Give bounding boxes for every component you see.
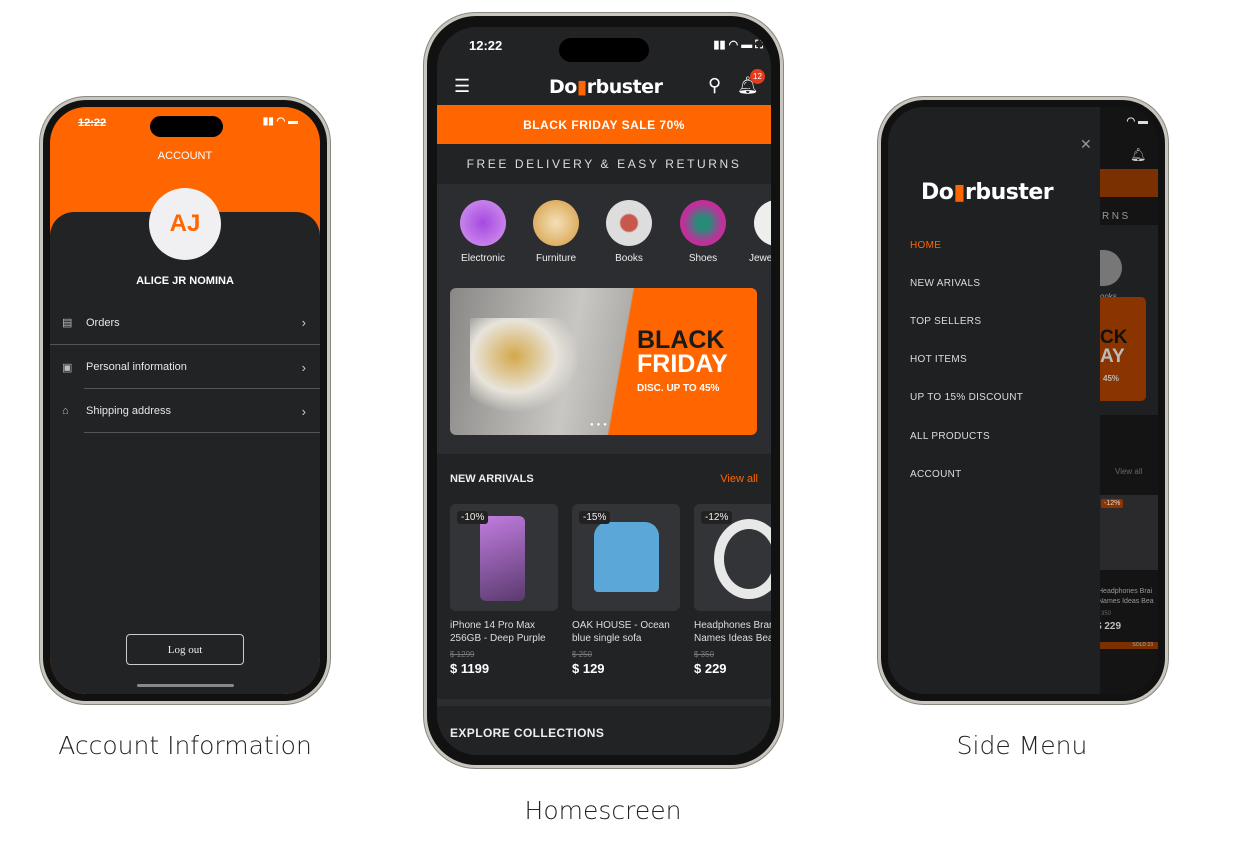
menu-item-new-arrivals[interactable]: NEW ARIVALS <box>910 278 980 289</box>
search-icon[interactable]: ⚲ <box>708 75 721 96</box>
hamburger-menu-icon[interactable]: ☰ <box>454 76 470 97</box>
menu-orders[interactable]: ▤ Orders › <box>50 301 320 345</box>
category-jewelry[interactable]: Jewelry <box>747 200 771 264</box>
map-icon: ⌂ <box>62 405 69 417</box>
account-screen: 12:22 ▮▮ ◠ ▬ ACCOUNT AJ ALICE JR NOMINA … <box>50 107 320 694</box>
caption-side-menu: Side Menu <box>956 731 1088 760</box>
status-time: 12:22 <box>469 38 503 53</box>
chevron-right-icon: › <box>301 359 306 375</box>
hero-banner[interactable]: BLACK FRIDAY DISC. UP TO 45% ●●● <box>450 288 757 435</box>
home-screen: 12:22 ▮▮ ◠ ▬ ⛶ ☰ Do▮rbuster ⚲ 🔔︎ 12 BLAC… <box>437 27 771 755</box>
product-card[interactable]: -12% Headphones Brand Names Ideas Beats … <box>694 504 771 676</box>
category-furniture[interactable]: Furniture <box>526 200 586 264</box>
status-icons: ◠ ▬ <box>1126 116 1148 127</box>
chevron-right-icon: › <box>301 403 306 419</box>
electronic-icon <box>460 200 506 246</box>
view-all-link[interactable]: View all <box>720 473 758 485</box>
explore-collections-title: EXPLORE COLLECTIONS <box>450 726 605 740</box>
product-card[interactable]: -10% iPhone 14 Pro Max 256GB - Deep Purp… <box>450 504 558 676</box>
menu-item-top-sellers[interactable]: TOP SELLERS <box>910 316 981 327</box>
dynamic-island <box>150 116 223 137</box>
books-icon <box>606 200 652 246</box>
avatar[interactable]: AJ <box>149 188 221 260</box>
menu-item-account[interactable]: ACCOUNT <box>910 469 962 480</box>
category-books[interactable]: Books <box>599 200 659 264</box>
product-image: -15% <box>572 504 680 611</box>
banner-line2: FRIDAY <box>637 350 728 378</box>
menu-item-discount[interactable]: UP TO 15% DISCOUNT <box>910 392 1023 403</box>
notification-badge: 12 <box>750 69 765 84</box>
carousel-dots[interactable]: ●●● <box>590 422 610 428</box>
caption-home: Homescreen <box>524 796 682 825</box>
dim-banner: CK AY 45% <box>1100 297 1146 401</box>
id-card-icon: ▣ <box>62 361 73 374</box>
product-card[interactable]: -15% OAK HOUSE - Ocean blue single sofa … <box>572 504 680 676</box>
promo-banner[interactable]: BLACK FRIDAY SALE 70% <box>437 105 771 144</box>
dynamic-island <box>559 38 649 62</box>
user-name: ALICE JR NOMINA <box>136 275 234 287</box>
handbags-image <box>470 318 580 413</box>
dim-promo <box>1100 169 1158 197</box>
account-title: ACCOUNT <box>157 150 213 162</box>
dim-badge: -12% <box>1101 499 1124 508</box>
status-icons: ▮▮ ◠ ▬ <box>262 116 298 127</box>
shoes-icon <box>680 200 726 246</box>
side-menu-screen: 🔔︎ RNS ooks CK AY 45% View all -12% Head… <box>888 107 1158 694</box>
caption-account: Account Information <box>58 731 312 760</box>
dim-view-all: View all <box>1115 467 1143 476</box>
brand-logo: Do▮rbuster <box>921 180 1054 205</box>
chevron-right-icon: › <box>301 315 306 330</box>
delivery-strip: FREE DELIVERY & EASY RETURNS <box>466 157 742 171</box>
section-divider <box>437 699 771 706</box>
divider <box>84 432 320 433</box>
menu-item-all-products[interactable]: ALL PRODUCTS <box>910 431 990 442</box>
status-time: 12:22 <box>78 117 107 129</box>
product-image: -10% <box>450 504 558 611</box>
side-menu-panel: ✕ Do▮rbuster HOME NEW ARIVALS TOP SELLER… <box>888 107 1100 694</box>
category-shoes[interactable]: Shoes <box>673 200 733 264</box>
dim-delivery: RNS <box>1102 211 1131 222</box>
status-icons: ▮▮ ◠ ▬ ⛶ <box>713 39 763 51</box>
brand-logo: Do▮rbuster <box>549 76 663 98</box>
receipt-icon: ▤ <box>62 317 73 329</box>
menu-shipping-address[interactable]: ⌂ Shipping address › <box>50 389 320 433</box>
dim-sold-bar: SOLD 23 <box>1100 642 1158 649</box>
menu-personal-information[interactable]: ▣ Personal information › <box>50 345 320 389</box>
furniture-icon <box>533 200 579 246</box>
logout-button[interactable]: Log out <box>126 634 244 665</box>
product-image: -12% <box>694 504 771 611</box>
menu-item-home[interactable]: HOME <box>910 240 941 251</box>
dimmed-home-background: 🔔︎ RNS ooks CK AY 45% View all -12% Head… <box>1096 107 1158 694</box>
new-arrivals-title: NEW ARRIVALS <box>450 473 534 485</box>
home-indicator <box>137 684 234 687</box>
category-electronic[interactable]: Electronic <box>453 200 513 264</box>
avatar-initials: AJ <box>169 210 201 237</box>
close-icon[interactable]: ✕ <box>1080 136 1092 153</box>
banner-sub: DISC. UP TO 45% <box>637 383 720 394</box>
menu-item-hot-items[interactable]: HOT ITEMS <box>910 354 967 365</box>
bell-icon: 🔔︎ <box>1130 147 1147 162</box>
jewelry-icon <box>754 200 771 246</box>
